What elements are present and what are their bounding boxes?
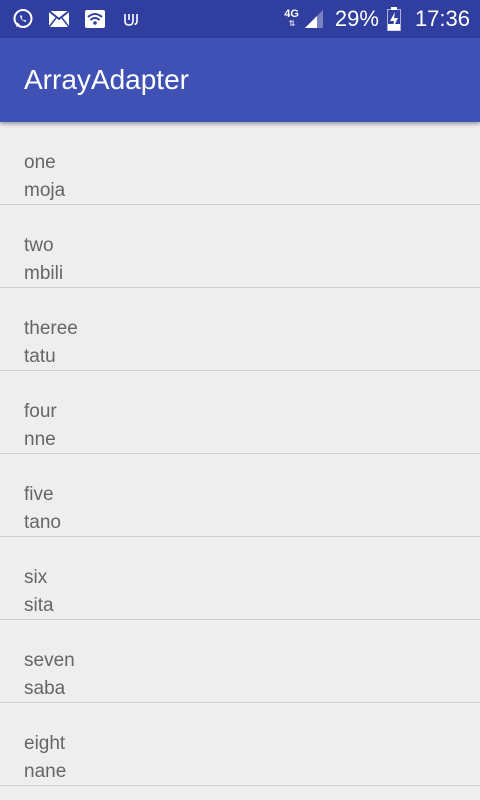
network-type-label: 4G	[284, 8, 299, 20]
app-bar: ArrayAdapter	[0, 38, 480, 122]
list-item-secondary: nne	[24, 429, 56, 450]
list-item-secondary: saba	[24, 678, 66, 699]
list-item-secondary: mbili	[24, 263, 64, 284]
app-title: ArrayAdapter	[24, 64, 189, 95]
data-arrows-icon: ⇅	[288, 19, 296, 28]
clock: 17:36	[414, 6, 470, 31]
list-item-secondary: tano	[24, 512, 61, 533]
notification-icons	[0, 8, 142, 30]
network-type: 4G ⇅	[284, 9, 299, 29]
list-item-primary: six	[24, 567, 48, 588]
list-view[interactable]: one moja two mbili theree tatu four nne …	[0, 122, 480, 786]
list-item[interactable]: one moja	[0, 122, 480, 205]
status-bar: 4G ⇅ 29% 17:36	[0, 0, 480, 38]
list-item-secondary: nane	[24, 761, 67, 782]
list-item-secondary: sita	[24, 595, 54, 616]
list-item[interactable]: six sita	[0, 537, 480, 620]
list-item[interactable]: eight nane	[0, 703, 480, 786]
list-item-primary: eight	[24, 733, 66, 754]
list-item[interactable]: seven saba	[0, 620, 480, 703]
list-item[interactable]: theree tatu	[0, 288, 480, 371]
wifi-icon	[84, 8, 106, 30]
system-icons: 4G ⇅ 29% 17:36	[284, 6, 480, 32]
list-item-primary: four	[24, 401, 57, 422]
whatsapp-icon	[12, 8, 34, 30]
list-item[interactable]: four nne	[0, 371, 480, 454]
list-item-secondary: moja	[24, 180, 66, 201]
battery-charging-icon	[383, 7, 405, 31]
list-item[interactable]: five tano	[0, 454, 480, 537]
mail-icon	[48, 8, 70, 30]
battery-percent: 29%	[334, 6, 379, 31]
udacity-icon	[120, 8, 142, 30]
list-item-primary: two	[24, 235, 54, 256]
list-item-primary: theree	[24, 318, 78, 339]
list-item-primary: five	[24, 484, 54, 505]
list-item-primary: one	[24, 152, 56, 173]
list-item[interactable]: two mbili	[0, 205, 480, 288]
list-item-primary: seven	[24, 650, 75, 671]
signal-icon	[303, 8, 325, 30]
list-item-secondary: tatu	[24, 346, 56, 367]
